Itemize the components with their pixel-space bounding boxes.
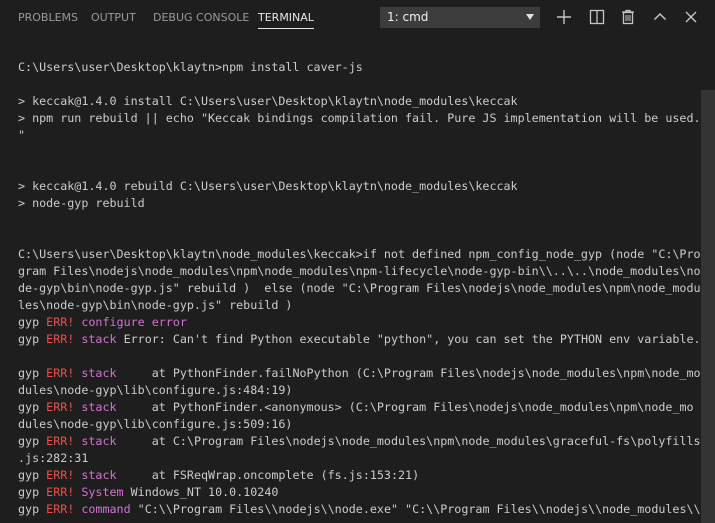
close-icon xyxy=(685,11,697,23)
error-kind: stack xyxy=(81,434,117,448)
terminal-text: gyp xyxy=(18,400,47,414)
terminal-text: gram Files\nodejs\node_modules\npm\node_… xyxy=(18,264,701,278)
terminal-line: > node-gyp rebuild xyxy=(18,195,701,212)
terminal-text: gyp xyxy=(18,315,47,329)
panel-header: PROBLEMS OUTPUT DEBUG CONSOLE TERMINAL 1… xyxy=(0,0,715,35)
error-kind: stack xyxy=(81,400,117,414)
terminal-line: gyp ERR! stack at PythonFinder.<anonymou… xyxy=(18,399,701,416)
split-terminal-button[interactable] xyxy=(586,6,608,28)
error-tag: ERR! xyxy=(46,485,75,499)
terminal-line: gyp ERR! command "C:\\Program Files\\nod… xyxy=(18,501,701,518)
terminal-line: gyp ERR! System Windows_NT 10.0.10240 xyxy=(18,484,701,501)
terminal-line: gyp ERR! stack at C:\Program Files\nodej… xyxy=(18,433,701,450)
terminal-line: " xyxy=(18,127,701,144)
terminal-text: > keccak@1.4.0 install C:\Users\user\Des… xyxy=(18,94,518,108)
terminal-text: > node-gyp rebuild xyxy=(18,196,145,210)
error-tag: ERR! xyxy=(46,400,75,414)
error-kind: stack xyxy=(81,366,117,380)
terminal-text: at FSReqWrap.oncomplete (fs.js:153:21) xyxy=(116,468,420,482)
new-terminal-button[interactable] xyxy=(553,6,575,28)
terminal-line: > keccak@1.4.0 rebuild C:\Users\user\Des… xyxy=(18,178,701,195)
terminal-line: les\node-gyp\bin\node-gyp.js" rebuild ) xyxy=(18,297,701,314)
terminal-view[interactable]: C:\Users\user\Desktop\klaytn>npm install… xyxy=(0,35,715,523)
terminal-text: at PythonFinder.failNoPython (C:\Program… xyxy=(116,366,701,380)
terminal-text: Windows_NT 10.0.10240 xyxy=(123,485,279,499)
terminal-text: "C:\\Program Files\\nodejs\\node.exe" "C… xyxy=(130,502,701,516)
terminal-text: gyp xyxy=(18,366,47,380)
error-tag: ERR! xyxy=(46,332,75,346)
error-kind: System xyxy=(81,485,124,499)
terminal-line: gyp ERR! stack at FSReqWrap.oncomplete (… xyxy=(18,467,701,484)
kill-terminal-button[interactable] xyxy=(617,6,639,28)
terminal-text: de-gyp\bin\node-gyp.js" rebuild ) else (… xyxy=(18,281,701,295)
terminal-text: C:\Users\user\Desktop\klaytn>npm install… xyxy=(18,60,363,74)
error-kind: stack xyxy=(81,468,117,482)
terminal-select-value: 1: cmd xyxy=(387,10,429,24)
terminal-line: dules\node-gyp\lib\configure.js:484:19) xyxy=(18,382,701,399)
vscode-panel: PROBLEMS OUTPUT DEBUG CONSOLE TERMINAL 1… xyxy=(0,0,715,523)
terminal-scrollbar-thumb[interactable] xyxy=(701,90,715,523)
terminal-text: C:\Users\user\Desktop\klaytn\node_module… xyxy=(18,247,701,261)
tab-terminal[interactable]: TERMINAL xyxy=(258,0,314,35)
terminal-line: > npm run rebuild || echo "Keccak bindin… xyxy=(18,110,701,127)
terminal-line: > keccak@1.4.0 install C:\Users\user\Des… xyxy=(18,93,701,110)
terminal-text: gyp xyxy=(18,485,47,499)
maximize-panel-button[interactable] xyxy=(649,6,671,28)
terminal-text: > npm run rebuild || echo "Keccak bindin… xyxy=(18,111,701,125)
chevron-down-icon xyxy=(526,14,534,20)
terminal-text: > keccak@1.4.0 rebuild C:\Users\user\Des… xyxy=(18,179,518,193)
plus-icon xyxy=(557,10,571,24)
tab-debug-console[interactable]: DEBUG CONSOLE xyxy=(153,0,249,35)
terminal-text: Error: Can't find Python executable "pyt… xyxy=(116,332,701,346)
terminal-text: gyp xyxy=(18,468,47,482)
terminal-text: gyp xyxy=(18,502,47,516)
error-tag: ERR! xyxy=(46,502,75,516)
error-tag: ERR! xyxy=(46,366,75,380)
terminal-text: at C:\Program Files\nodejs\node_modules\… xyxy=(116,434,701,448)
terminal-line: gyp ERR! stack Error: Can't find Python … xyxy=(18,331,701,348)
error-tag: ERR! xyxy=(46,468,75,482)
terminal-text: dules\node-gyp\lib\configure.js:484:19) xyxy=(18,383,293,397)
terminal-line: gyp ERR! stack at PythonFinder.failNoPyt… xyxy=(18,365,701,382)
terminal-line: gram Files\nodejs\node_modules\npm\node_… xyxy=(18,263,701,280)
terminal-line: dules\node-gyp\lib\configure.js:509:16) xyxy=(18,416,701,433)
terminal-line: gyp ERR! configure error xyxy=(18,314,701,331)
terminal-text: " xyxy=(18,128,26,142)
tab-output[interactable]: OUTPUT xyxy=(91,0,136,35)
terminal-text: les\node-gyp\bin\node-gyp.js" rebuild ) xyxy=(18,298,293,312)
terminal-text: gyp xyxy=(18,332,47,346)
terminal-select[interactable]: 1: cmd xyxy=(380,7,540,28)
error-kind: configure error xyxy=(81,315,187,329)
split-terminal-icon xyxy=(589,9,605,25)
chevron-up-icon xyxy=(653,12,667,21)
terminal-line: C:\Users\user\Desktop\klaytn\node_module… xyxy=(18,246,701,263)
terminal-line: .js:282:31 xyxy=(18,450,701,467)
terminal-text: .js:282:31 xyxy=(18,451,89,465)
error-tag: ERR! xyxy=(46,434,75,448)
trash-icon xyxy=(622,9,634,25)
terminal-text: gyp xyxy=(18,434,47,448)
terminal-output: C:\Users\user\Desktop\klaytn>npm install… xyxy=(18,59,701,518)
terminal-line: de-gyp\bin\node-gyp.js" rebuild ) else (… xyxy=(18,280,701,297)
error-kind: command xyxy=(81,502,131,516)
terminal-text: dules\node-gyp\lib\configure.js:509:16) xyxy=(18,417,293,431)
error-tag: ERR! xyxy=(46,315,75,329)
terminal-text: at PythonFinder.<anonymous> (C:\Program … xyxy=(116,400,694,414)
error-kind: stack xyxy=(81,332,117,346)
terminal-line: C:\Users\user\Desktop\klaytn>npm install… xyxy=(18,59,701,76)
tab-problems[interactable]: PROBLEMS xyxy=(18,0,78,35)
close-panel-button[interactable] xyxy=(680,6,702,28)
